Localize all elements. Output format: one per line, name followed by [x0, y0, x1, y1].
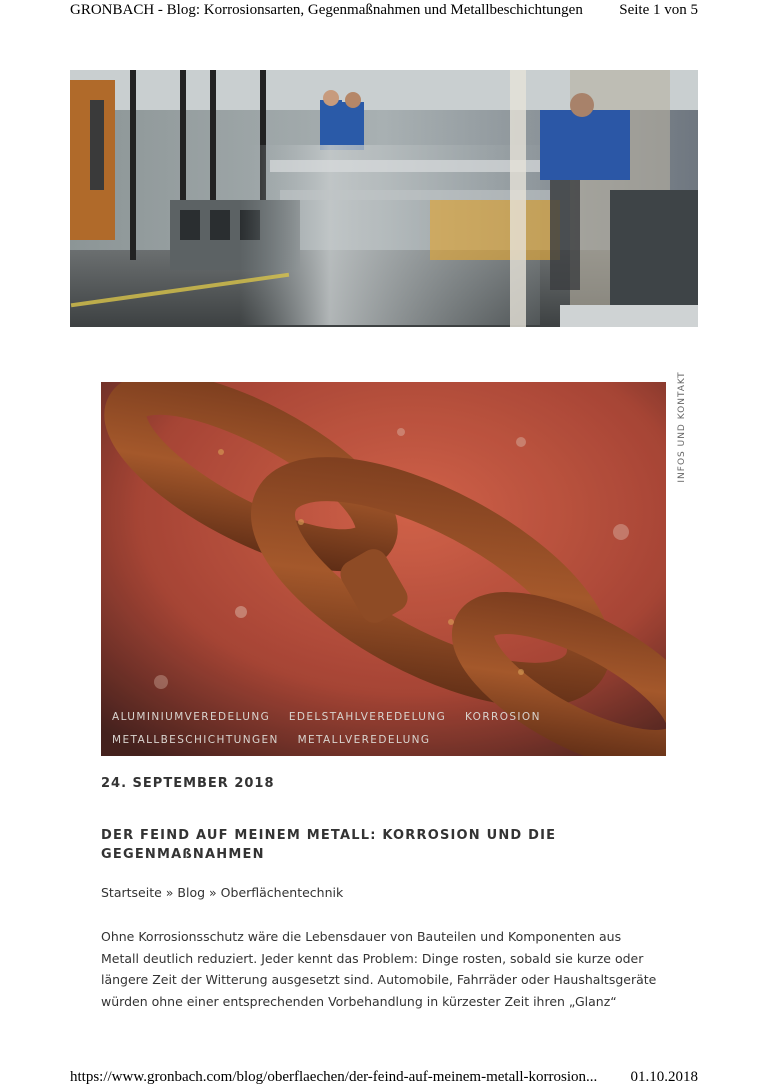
- print-header-title: GRONBACH - Blog: Korrosionsarten, Gegenm…: [70, 2, 583, 18]
- tag-edelstahlveredelung[interactable]: EDELSTAHLVEREDELUNG: [289, 711, 446, 723]
- print-footer-date: 01.10.2018: [630, 1069, 699, 1085]
- post-date: 24. SEPTEMBER 2018: [101, 776, 275, 791]
- tag-metallbeschichtungen[interactable]: METALLBESCHICHTUNGEN: [112, 734, 279, 746]
- side-tab-label: INFOS UND KONTAKT: [677, 371, 687, 483]
- post-featured-image: [101, 382, 666, 756]
- breadcrumb-home-link[interactable]: Startseite: [101, 885, 162, 900]
- print-header: GRONBACH - Blog: Korrosionsarten, Gegenm…: [70, 2, 698, 19]
- breadcrumb: Startseite » Blog » Oberflächentechnik: [101, 885, 343, 900]
- factory-photo-icon: [70, 70, 698, 327]
- tag-aluminiumveredelung[interactable]: ALUMINIUMVEREDELUNG: [112, 711, 270, 723]
- hero-image: [70, 70, 698, 327]
- body-line: längere Zeit der Witterung ausgesetzt si…: [101, 972, 657, 987]
- breadcrumb-separator: »: [205, 885, 221, 900]
- breadcrumb-separator: »: [161, 885, 178, 900]
- tag-korrosion[interactable]: KORROSION: [465, 711, 541, 723]
- print-footer-url: https://www.gronbach.com/blog/oberflaech…: [70, 1069, 598, 1085]
- rusty-chain-photo-icon: [101, 382, 666, 756]
- body-line: würden ohne einer entsprechenden Vorbeha…: [101, 993, 617, 1009]
- print-header-page: Seite 1 von 5: [619, 2, 698, 18]
- post-body: Ohne Korrosionsschutz wäre die Lebensdau…: [101, 926, 667, 1012]
- print-footer: https://www.gronbach.com/blog/oberflaech…: [70, 1069, 698, 1086]
- body-line: Metall deutlich reduziert. Jeder kennt d…: [101, 950, 644, 966]
- body-line: Ohne Korrosionsschutz wäre die Lebensdau…: [101, 929, 622, 944]
- breadcrumb-blog-link[interactable]: Blog: [177, 885, 205, 900]
- breadcrumb-category-link[interactable]: Oberflächentechnik: [221, 885, 344, 900]
- post-title: DER FEIND AUF MEINEM METALL: KORROSION U…: [101, 826, 661, 864]
- infos-und-kontakt-tab[interactable]: INFOS UND KONTAKT: [674, 368, 690, 486]
- post-title-line2: GEGENMAßNAHMEN: [101, 847, 265, 862]
- post-title-line1: DER FEIND AUF MEINEM METALL: KORROSION U…: [101, 828, 557, 843]
- tag-metallveredelung[interactable]: METALLVEREDELUNG: [298, 734, 431, 746]
- post-tags: ALUMINIUMVEREDELUNG EDELSTAHLVEREDELUNG …: [112, 706, 662, 752]
